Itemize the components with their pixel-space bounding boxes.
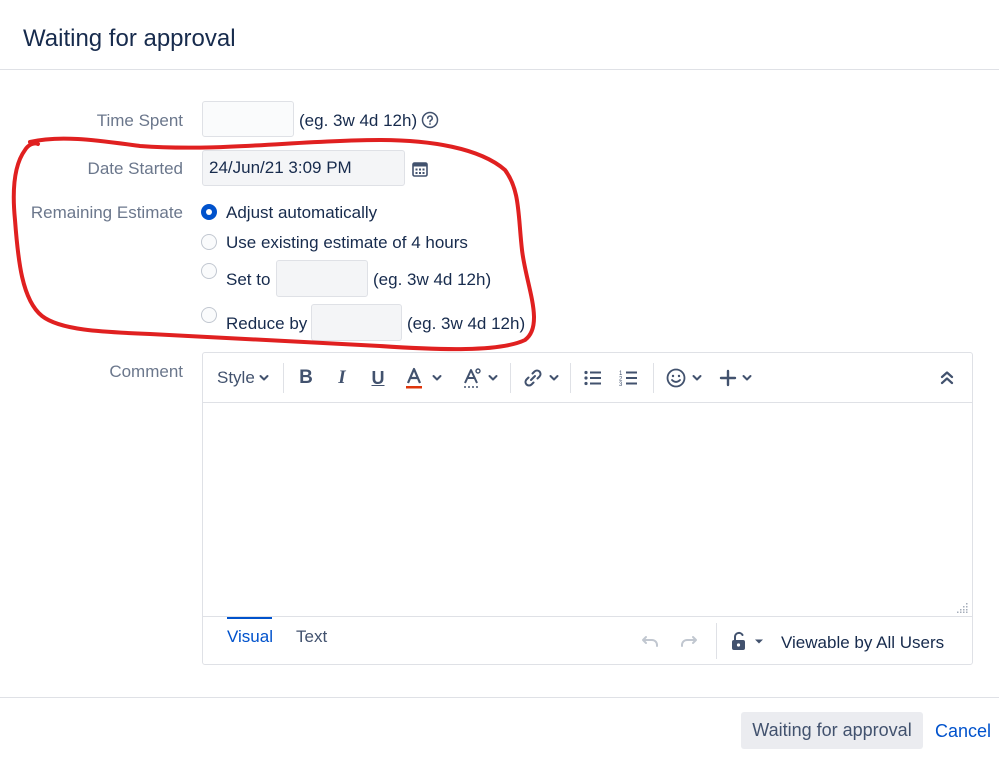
dialog-header: Waiting for approval xyxy=(0,0,999,70)
link-icon xyxy=(524,369,542,387)
bullet-list-icon xyxy=(584,370,601,386)
editor-footer: Visual Text Viewable by All Users xyxy=(203,616,972,664)
comment-label: Comment xyxy=(109,362,183,381)
style-dropdown[interactable]: Style xyxy=(217,365,270,391)
reduce-by-hint: (eg. 3w 4d 12h) xyxy=(407,314,526,333)
caret-down-icon xyxy=(755,639,763,644)
radio-reduce-by[interactable] xyxy=(201,303,217,327)
chevron-down-icon xyxy=(549,375,559,381)
visibility-dropdown[interactable] xyxy=(730,631,765,651)
radio-button[interactable] xyxy=(201,307,217,323)
bold-button[interactable]: B xyxy=(295,365,317,391)
cancel-link[interactable]: Cancel xyxy=(935,721,991,742)
toolbar-separator xyxy=(283,363,284,393)
radio-label-adjust: Adjust automatically xyxy=(226,203,378,222)
radio-button-checked[interactable] xyxy=(201,204,217,220)
italic-icon: I xyxy=(338,367,346,388)
radio-adjust-automatically[interactable] xyxy=(201,200,217,224)
chevron-down-icon xyxy=(259,375,269,381)
collapse-toolbar-button[interactable] xyxy=(939,365,955,391)
date-started-label: Date Started xyxy=(87,159,183,178)
time-spent-label: Time Spent xyxy=(96,111,183,130)
date-started-input[interactable] xyxy=(202,150,405,186)
redo-icon[interactable] xyxy=(677,631,699,651)
editor-toolbar: Style B I U 123 xyxy=(203,353,972,403)
radio-label-set-to: Set to xyxy=(226,270,271,289)
chevron-down-icon xyxy=(432,375,442,381)
style-dropdown-label: Style xyxy=(217,368,255,387)
time-spent-hint: (eg. 3w 4d 12h) xyxy=(299,111,418,130)
radio-label-use-existing: Use existing estimate of 4 hours xyxy=(226,233,468,252)
toolbar-separator xyxy=(570,363,571,393)
radio-button[interactable] xyxy=(201,263,217,279)
insert-more-icon xyxy=(719,369,737,387)
italic-button[interactable]: I xyxy=(331,365,353,391)
bold-icon: B xyxy=(299,367,313,388)
emoji-icon xyxy=(666,368,686,388)
active-tab-indicator xyxy=(227,617,272,619)
text-color-button[interactable] xyxy=(403,365,443,391)
text-color-icon xyxy=(406,367,422,389)
toolbar-separator xyxy=(653,363,654,393)
undo-icon[interactable] xyxy=(640,631,662,651)
footer-separator xyxy=(716,623,717,659)
remaining-estimate-label: Remaining Estimate xyxy=(30,203,183,222)
chevron-down-icon xyxy=(488,375,498,381)
submit-button[interactable]: Waiting for approval xyxy=(741,712,923,749)
numbered-list-button[interactable]: 123 xyxy=(618,365,640,391)
chevron-down-icon xyxy=(692,375,702,381)
text-effects-icon xyxy=(464,368,481,388)
insert-more-button[interactable] xyxy=(718,365,753,391)
radio-set-to[interactable] xyxy=(201,259,217,283)
reduce-by-input[interactable] xyxy=(311,304,402,341)
toolbar-separator xyxy=(510,363,511,393)
visibility-label: Viewable by All Users xyxy=(781,633,945,652)
numbered-list-icon: 123 xyxy=(619,371,637,388)
resize-grip-icon[interactable] xyxy=(956,601,968,613)
collapse-toolbar-icon xyxy=(940,371,954,385)
chevron-down-icon xyxy=(742,375,752,381)
svg-text:3: 3 xyxy=(619,382,623,388)
calendar-icon[interactable] xyxy=(411,160,429,178)
set-to-input[interactable] xyxy=(276,260,368,297)
underline-icon: U xyxy=(371,367,385,388)
emoji-button[interactable] xyxy=(665,365,703,391)
radio-use-existing[interactable] xyxy=(201,230,217,254)
unlock-icon xyxy=(732,631,745,650)
comment-text-area[interactable] xyxy=(203,404,972,616)
bullet-list-button[interactable] xyxy=(582,365,604,391)
tab-visual[interactable]: Visual xyxy=(227,627,273,647)
help-icon[interactable] xyxy=(421,111,439,129)
radio-label-reduce-by: Reduce by xyxy=(226,314,308,333)
text-effects-button[interactable] xyxy=(461,365,499,391)
tab-text[interactable]: Text xyxy=(296,627,327,647)
link-button[interactable] xyxy=(522,365,560,391)
underline-button[interactable]: U xyxy=(367,365,389,391)
dialog-footer: Waiting for approval Cancel xyxy=(0,697,999,761)
dialog-title: Waiting for approval xyxy=(23,25,236,52)
comment-editor: Style B I U 123 Visual Text Viewable by … xyxy=(202,352,973,665)
time-spent-input[interactable] xyxy=(202,101,294,137)
radio-button[interactable] xyxy=(201,234,217,250)
set-to-hint: (eg. 3w 4d 12h) xyxy=(373,270,492,289)
